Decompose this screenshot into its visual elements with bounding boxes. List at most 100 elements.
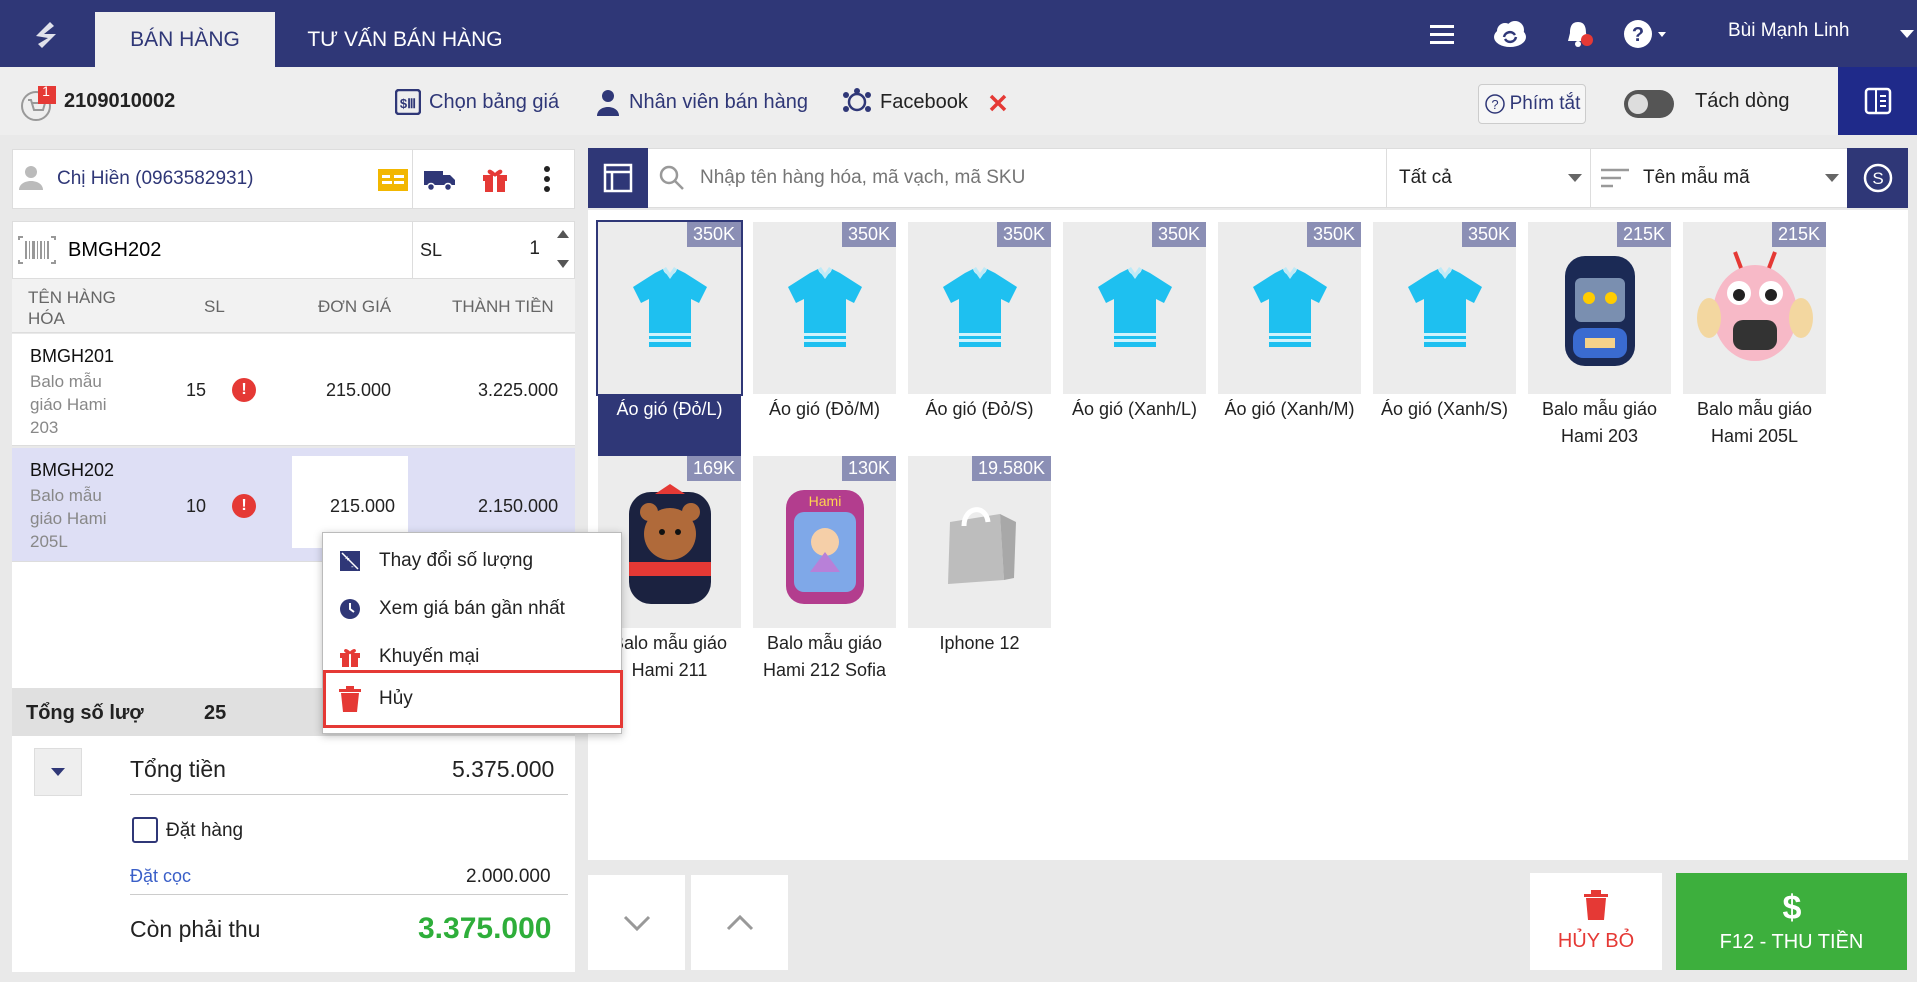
total-amount-value: 5.375.000 (452, 756, 555, 782)
tab-sales-consulting[interactable]: TƯ VẤN BÁN HÀNG (290, 12, 520, 67)
svg-text:-: - (351, 562, 354, 571)
payment-summary: Tổng tiền 5.375.000 Đặt hàng Đặt cọc 2.0… (12, 736, 575, 972)
product-card-label: Balo mẫu giáo Hami 205L (1696, 399, 1813, 446)
menu-item-label: Hủy (379, 688, 413, 709)
row-unit-price[interactable]: 215.000 (326, 380, 391, 401)
source-network-icon (843, 88, 871, 112)
order-code[interactable]: 2109010002 (64, 90, 175, 113)
row-total: 3.225.000 (478, 380, 559, 400)
gift-icon[interactable] (478, 160, 512, 198)
product-image: 350K (753, 222, 896, 394)
category-filter-select[interactable]: Tất cả (1386, 149, 1588, 207)
stepper-down-icon[interactable] (557, 260, 569, 268)
more-vertical-icon[interactable] (530, 160, 564, 198)
delivery-truck-icon[interactable] (422, 160, 458, 198)
menu-item-label: Xem giá bán gần nhất (379, 598, 565, 619)
price-list-button[interactable]: $Ⅲ Chọn bảng giá (395, 84, 559, 120)
sort-icon (1601, 168, 1629, 188)
place-order-checkbox[interactable] (132, 817, 158, 843)
price-tag: 350K (1461, 222, 1516, 247)
row-quantity[interactable]: 10 (186, 496, 206, 517)
price-tag: 350K (686, 222, 741, 247)
notification-bell-icon[interactable] (1560, 16, 1596, 52)
remove-source-icon[interactable] (988, 93, 1008, 113)
menu-item-recent-price[interactable]: Xem giá bán gần nhất (323, 585, 623, 633)
gift-icon (340, 649, 360, 667)
price-tag: 215K (1616, 222, 1671, 247)
order-source-button[interactable]: Facebook (842, 84, 968, 120)
product-card[interactable]: 350K Áo gió (Xanh/M) (1218, 222, 1361, 423)
document-panel-icon (1864, 87, 1891, 115)
menu-item-change-quantity[interactable]: + - Thay đổi số lượng (323, 537, 623, 585)
cancel-order-button[interactable]: HỦY BỎ (1530, 873, 1662, 970)
product-image: 350K (908, 222, 1051, 394)
menu-icon[interactable] (1424, 16, 1460, 52)
product-card[interactable]: 350K Áo gió (Đỏ/M) (753, 222, 896, 423)
cloud-sync-icon[interactable] (1490, 16, 1526, 52)
price-tag: 19.580K (971, 456, 1051, 481)
cancel-order-label: HỦY BỎ (1557, 930, 1635, 952)
scroll-up-button[interactable] (691, 875, 788, 970)
column-header-total: THÀNH TIỀN (452, 297, 554, 316)
table-row[interactable]: BMGH201 Balo mẫu giáo Hami 203 15 ! 215.… (12, 334, 575, 446)
chevron-down-icon (623, 915, 650, 931)
sort-select[interactable]: Tên mẫu mã (1590, 149, 1845, 207)
checkout-button[interactable]: $ F12 - THU TIỀN (1676, 873, 1907, 970)
stepper-up-icon[interactable] (557, 230, 569, 238)
row-quantity[interactable]: 15 (186, 380, 206, 401)
user-name[interactable]: Bùi Mạnh Linh (1728, 20, 1849, 42)
product-card-label: Áo gió (Xanh/S) (1380, 399, 1509, 419)
product-card[interactable]: 19.580K Iphone 12 (908, 456, 1051, 657)
split-line-label: Tách dòng (1695, 90, 1790, 112)
trash-icon (1584, 890, 1608, 920)
side-panel-button[interactable] (1838, 67, 1917, 135)
price-list-label: Chọn bảng giá (429, 90, 560, 113)
product-card-label: Áo gió (Đỏ/M) (768, 399, 881, 419)
chevron-down-icon (1825, 174, 1839, 182)
app-logo[interactable] (26, 14, 66, 54)
grid-view-button[interactable] (588, 148, 648, 208)
product-image: 350K (596, 220, 743, 396)
menu-item-cancel[interactable]: Hủy (323, 670, 623, 728)
chevron-down-icon (1568, 174, 1582, 182)
product-name: Balo mẫu giáo Hami 205L (30, 486, 107, 551)
product-card[interactable]: Hami 130K Balo mẫu giáo Hami 212 Sofia (753, 456, 896, 684)
total-quantity-value: 25 (204, 702, 227, 724)
svg-text:?: ? (1491, 97, 1498, 112)
deposit-link[interactable]: Đặt cọc (130, 866, 191, 887)
split-line-toggle[interactable] (1624, 90, 1674, 118)
collapse-toggle[interactable] (34, 748, 82, 796)
product-code: BMGH202 (30, 460, 115, 480)
product-card[interactable]: 350K Áo gió (Xanh/S) (1373, 222, 1516, 423)
currency-button[interactable]: S (1847, 148, 1908, 208)
row-unit-price[interactable]: 215.000 (330, 496, 395, 517)
product-grid: 350K Áo gió (Đỏ/L) 350K Áo gió (Đỏ/M) 350K Áo… (588, 210, 1908, 860)
product-card[interactable]: 350K Áo gió (Đỏ/L) (596, 220, 743, 456)
customer-name[interactable]: Chị Hiền (0963582931) (57, 168, 253, 190)
warning-icon[interactable]: ! (232, 494, 256, 518)
barcode-input[interactable] (68, 232, 398, 268)
scroll-down-button[interactable] (588, 875, 685, 970)
product-image: 215K (1683, 222, 1826, 394)
deposit-value: 2.000.000 (466, 866, 551, 887)
product-search-input[interactable] (700, 160, 1380, 196)
tab-sales[interactable]: BÁN HÀNG (95, 12, 275, 67)
product-card[interactable]: 215K Balo mẫu giáo Hami 205L (1683, 222, 1826, 450)
shortcut-button[interactable]: ? Phím tắt (1478, 84, 1586, 124)
product-card-label: Áo gió (Đỏ/L) (598, 394, 741, 456)
product-card[interactable]: 350K Áo gió (Đỏ/S) (908, 222, 1051, 423)
quantity-label: SL (420, 240, 443, 260)
product-card[interactable]: 350K Áo gió (Xanh/L) (1063, 222, 1206, 423)
sales-staff-button[interactable]: Nhân viên bán hàng (595, 84, 808, 120)
product-card[interactable]: 215K Balo mẫu giáo Hami 203 (1528, 222, 1671, 450)
customer-card-icon[interactable] (376, 160, 410, 198)
product-image: 350K (1218, 222, 1361, 394)
warning-icon[interactable]: ! (232, 378, 256, 402)
barcode-icon (18, 236, 56, 264)
chevron-up-icon (726, 914, 753, 930)
help-icon[interactable]: ? (1620, 16, 1666, 52)
quantity-stepper-value[interactable]: 1 (520, 238, 540, 260)
sort-value: Tên mẫu mã (1643, 167, 1750, 188)
chevron-down-icon[interactable] (1900, 30, 1914, 38)
price-tag: 169K (686, 456, 741, 481)
